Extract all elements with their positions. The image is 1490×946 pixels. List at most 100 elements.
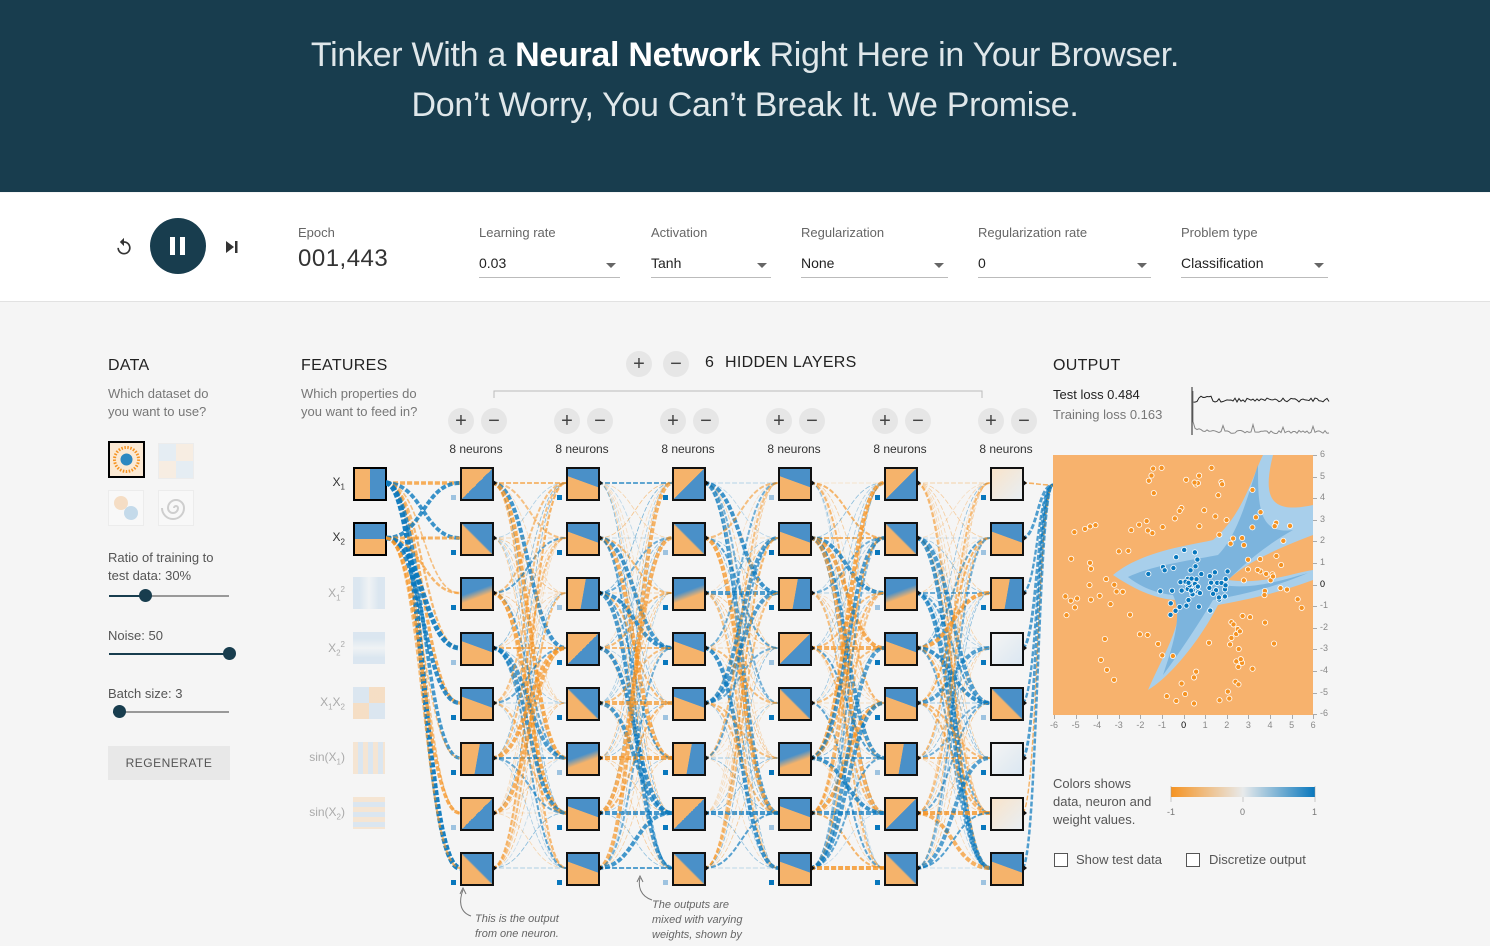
bias-marker[interactable] (981, 825, 986, 830)
bias-marker[interactable] (451, 715, 456, 720)
bias-marker[interactable] (451, 660, 456, 665)
bias-marker[interactable] (557, 880, 562, 885)
bias-marker[interactable] (663, 880, 668, 885)
bias-marker[interactable] (451, 605, 456, 610)
bias-marker[interactable] (769, 605, 774, 610)
neuron[interactable] (566, 797, 600, 831)
bias-marker[interactable] (875, 880, 880, 885)
bias-marker[interactable] (663, 660, 668, 665)
weight-link[interactable] (1020, 483, 1055, 760)
neuron[interactable] (460, 687, 494, 721)
bias-marker[interactable] (875, 715, 880, 720)
neuron[interactable] (460, 467, 494, 501)
neuron[interactable] (990, 467, 1024, 501)
neuron[interactable] (990, 632, 1024, 666)
neuron[interactable] (990, 522, 1024, 556)
bias-marker[interactable] (875, 770, 880, 775)
bias-marker[interactable] (451, 550, 456, 555)
bias-marker[interactable] (663, 715, 668, 720)
neuron[interactable] (778, 687, 812, 721)
neuron[interactable] (990, 577, 1024, 611)
neuron[interactable] (460, 742, 494, 776)
bias-marker[interactable] (875, 605, 880, 610)
bias-marker[interactable] (769, 660, 774, 665)
neuron[interactable] (990, 687, 1024, 721)
neuron[interactable] (566, 522, 600, 556)
neuron[interactable] (990, 797, 1024, 831)
bias-marker[interactable] (451, 770, 456, 775)
bias-marker[interactable] (981, 770, 986, 775)
bias-marker[interactable] (451, 825, 456, 830)
neuron[interactable] (884, 687, 918, 721)
bias-marker[interactable] (769, 550, 774, 555)
neuron[interactable] (778, 632, 812, 666)
neuron[interactable] (672, 852, 706, 886)
neuron[interactable] (884, 467, 918, 501)
neuron[interactable] (884, 577, 918, 611)
bias-marker[interactable] (557, 495, 562, 500)
bias-marker[interactable] (769, 715, 774, 720)
neuron[interactable] (884, 852, 918, 886)
bias-marker[interactable] (663, 495, 668, 500)
bias-marker[interactable] (981, 660, 986, 665)
bias-marker[interactable] (769, 825, 774, 830)
neuron[interactable] (460, 577, 494, 611)
bias-marker[interactable] (981, 605, 986, 610)
neuron[interactable] (566, 687, 600, 721)
bias-marker[interactable] (557, 770, 562, 775)
neuron[interactable] (778, 742, 812, 776)
weight-link[interactable] (385, 537, 461, 759)
neuron[interactable] (672, 522, 706, 556)
neuron[interactable] (672, 632, 706, 666)
neuron[interactable] (990, 742, 1024, 776)
neuron[interactable] (884, 742, 918, 776)
neuron[interactable] (566, 632, 600, 666)
show-test-data-checkbox[interactable] (1054, 853, 1068, 867)
neuron[interactable] (672, 687, 706, 721)
neuron[interactable] (672, 467, 706, 501)
neuron[interactable] (778, 522, 812, 556)
neuron[interactable] (566, 742, 600, 776)
neuron[interactable] (884, 632, 918, 666)
neuron[interactable] (566, 467, 600, 501)
bias-marker[interactable] (557, 825, 562, 830)
neuron[interactable] (672, 577, 706, 611)
bias-marker[interactable] (557, 605, 562, 610)
neuron[interactable] (884, 522, 918, 556)
neuron[interactable] (460, 632, 494, 666)
bias-marker[interactable] (981, 495, 986, 500)
bias-marker[interactable] (557, 550, 562, 555)
neuron[interactable] (566, 852, 600, 886)
neuron[interactable] (460, 522, 494, 556)
bias-marker[interactable] (663, 550, 668, 555)
bias-marker[interactable] (981, 550, 986, 555)
bias-marker[interactable] (557, 660, 562, 665)
neuron[interactable] (990, 852, 1024, 886)
bias-marker[interactable] (769, 880, 774, 885)
neuron[interactable] (778, 797, 812, 831)
bias-marker[interactable] (875, 660, 880, 665)
neuron[interactable] (778, 577, 812, 611)
bias-marker[interactable] (663, 825, 668, 830)
neuron[interactable] (672, 742, 706, 776)
bias-marker[interactable] (981, 880, 986, 885)
neuron[interactable] (884, 797, 918, 831)
bias-marker[interactable] (875, 550, 880, 555)
neuron[interactable] (778, 467, 812, 501)
neuron[interactable] (672, 797, 706, 831)
bias-marker[interactable] (875, 825, 880, 830)
bias-marker[interactable] (769, 770, 774, 775)
bias-marker[interactable] (557, 715, 562, 720)
bias-marker[interactable] (875, 495, 880, 500)
bias-marker[interactable] (663, 605, 668, 610)
bias-marker[interactable] (451, 880, 456, 885)
bias-marker[interactable] (663, 770, 668, 775)
bias-marker[interactable] (451, 495, 456, 500)
neuron[interactable] (460, 852, 494, 886)
neuron[interactable] (566, 577, 600, 611)
bias-marker[interactable] (981, 715, 986, 720)
neuron[interactable] (460, 797, 494, 831)
bias-marker[interactable] (769, 495, 774, 500)
discretize-output-checkbox[interactable] (1186, 853, 1200, 867)
neuron[interactable] (778, 852, 812, 886)
